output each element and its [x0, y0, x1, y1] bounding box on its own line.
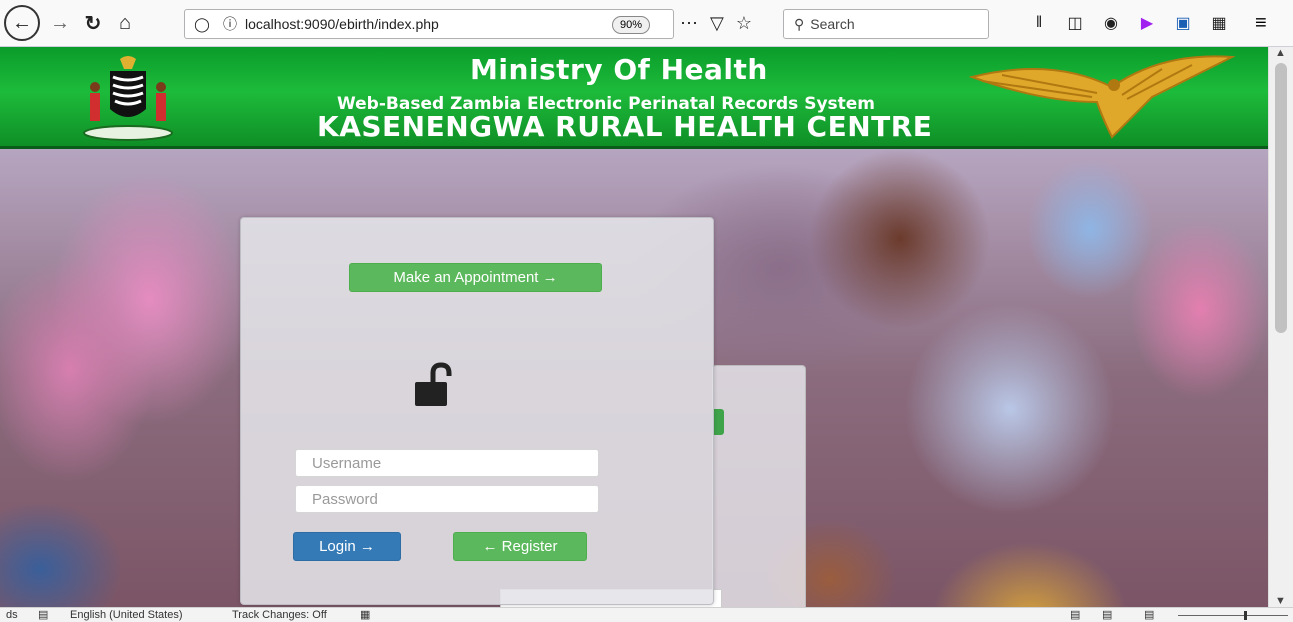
grid-extension-icon[interactable]: ▦: [1210, 13, 1228, 33]
library-icon[interactable]: ‖: [1030, 14, 1048, 32]
url-text[interactable]: localhost:9090/ebirth/index.php: [245, 16, 673, 32]
menu-icon: ≡: [1255, 11, 1267, 34]
arrow-left-icon: ←: [12, 11, 32, 34]
search-placeholder: Search: [810, 16, 855, 32]
proofing-icon[interactable]: ▤: [38, 608, 48, 622]
zoom-slider-thumb[interactable]: [1244, 611, 1247, 620]
facility-name: KASENENGWA RURAL HEALTH CENTRE: [317, 110, 933, 143]
shield-icon[interactable]: ◯: [191, 16, 213, 33]
scrollbar-thumb[interactable]: [1275, 63, 1287, 333]
ministry-title: Ministry Of Health: [470, 53, 768, 86]
back-button[interactable]: ←: [4, 5, 40, 41]
zoom-level-badge[interactable]: 90%: [612, 16, 651, 34]
arrow-right-icon: →: [50, 11, 70, 34]
bookmark-star-icon[interactable]: ☆: [736, 13, 752, 34]
page-viewport: Ministry Of Health Web-Based Zambia Elec…: [0, 47, 1268, 607]
make-appointment-button[interactable]: Make an Appointment →: [349, 263, 602, 292]
more-actions-icon[interactable]: ⋯: [680, 13, 698, 34]
info-icon[interactable]: ⓘ: [219, 14, 241, 34]
login-button[interactable]: Login →: [293, 532, 401, 561]
login-card: Make an Appointment → Login → ← Register: [240, 217, 714, 605]
register-button[interactable]: ← Register: [453, 532, 587, 561]
language-indicator[interactable]: English (United States): [70, 608, 183, 622]
username-field[interactable]: [295, 449, 599, 477]
home-button[interactable]: ⌂: [112, 8, 138, 38]
track-changes-indicator[interactable]: Track Changes: Off: [232, 608, 327, 622]
reload-button[interactable]: ↻: [80, 8, 106, 38]
status-fragment: ds: [6, 609, 18, 621]
home-icon: ⌂: [118, 11, 132, 34]
scroll-up-arrow-icon[interactable]: ▲: [1275, 47, 1286, 59]
pocket-icon[interactable]: ▽: [710, 13, 724, 34]
sidebar-icon[interactable]: ◫: [1066, 13, 1084, 33]
read-mode-icon[interactable]: ▤: [1070, 608, 1080, 622]
hamburger-menu-button[interactable]: ≡: [1255, 8, 1267, 38]
zoom-slider[interactable]: [1178, 615, 1288, 616]
forward-button[interactable]: →: [48, 8, 72, 38]
zambia-coat-of-arms-icon: [83, 56, 173, 141]
password-field[interactable]: [295, 485, 599, 513]
s-extension-icon[interactable]: ▣: [1174, 13, 1192, 33]
macro-icon[interactable]: ▦: [360, 608, 370, 622]
account-icon[interactable]: ◉: [1102, 13, 1120, 33]
status-bar: ds ▤ English (United States) Track Chang…: [0, 607, 1293, 622]
vertical-scrollbar[interactable]: ▲ ▼: [1268, 47, 1293, 607]
eagle-emblem-icon: [968, 55, 1236, 139]
search-icon: ⚲: [794, 15, 805, 32]
search-input[interactable]: ⚲ Search: [783, 9, 989, 39]
browser-toolbar: ← → ↻ ⌂ ◯ ⓘ localhost:9090/ebirth/index.…: [0, 0, 1293, 47]
header-banner: Ministry Of Health Web-Based Zambia Elec…: [0, 47, 1268, 149]
scroll-down-arrow-icon[interactable]: ▼: [1275, 595, 1286, 607]
unlock-icon: [415, 362, 452, 406]
print-layout-icon[interactable]: ▤: [1102, 608, 1112, 622]
url-bar[interactable]: ◯ ⓘ localhost:9090/ebirth/index.php: [184, 9, 674, 39]
reload-icon: ↻: [84, 12, 102, 35]
toolbar-extensions: ‖ ◫ ◉ ▶ ▣ ▦: [1030, 8, 1228, 38]
page-actions: ⋯ ▽ ☆: [680, 8, 752, 38]
play-extension-icon[interactable]: ▶: [1138, 13, 1156, 33]
background-panel: [712, 365, 806, 607]
web-layout-icon[interactable]: ▤: [1144, 608, 1154, 622]
